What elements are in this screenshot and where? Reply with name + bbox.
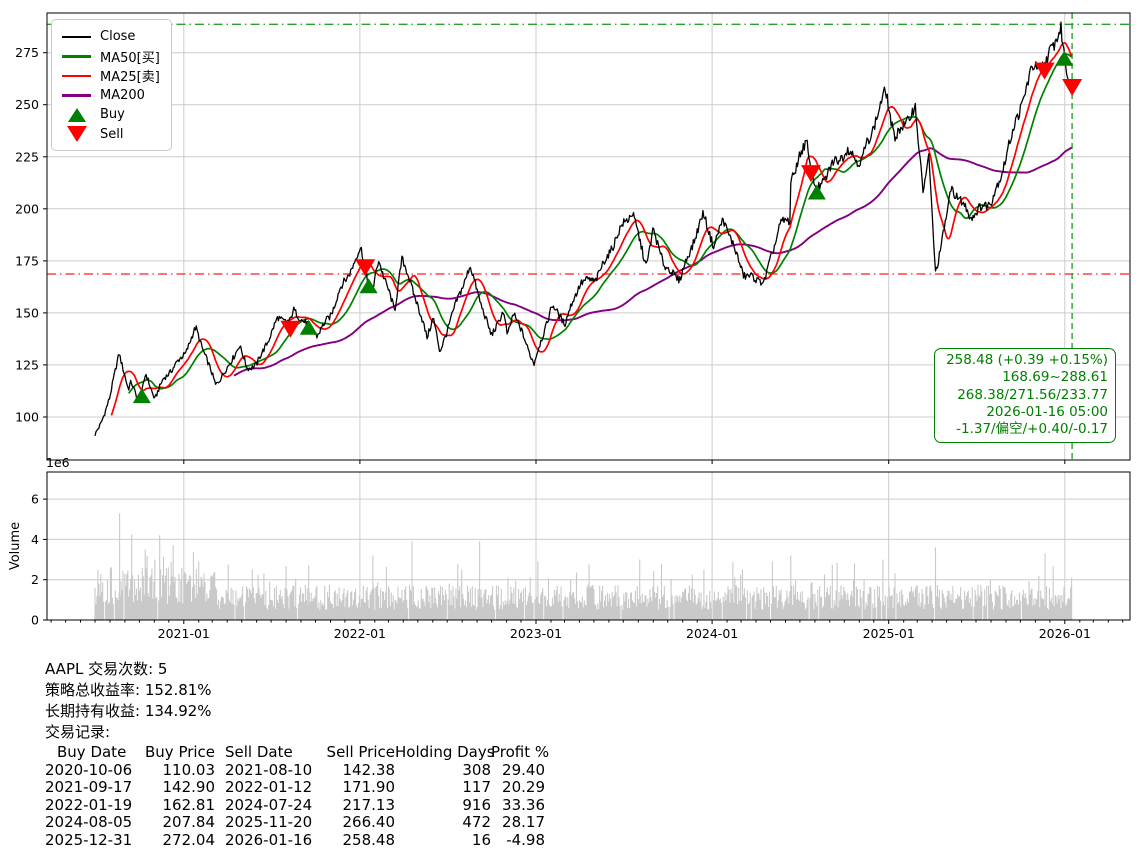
legend-item-buy: Buy <box>62 105 160 125</box>
hold-return-line: 长期持有收益: 134.92% <box>45 702 212 720</box>
axis-tick-label: 225 <box>15 149 39 164</box>
trade-cell: 217.13 <box>342 795 396 814</box>
axis-tick-label: 0 <box>31 613 39 628</box>
trade-cell: 2026-01-16 <box>225 830 313 849</box>
axis-tick-label: 2026-01 <box>1039 626 1091 641</box>
axis-tick-label: 4 <box>31 532 39 547</box>
trade-row: 2021-09-17 142.90 2022-01-12 171.90 117 20.29 <box>45 779 545 797</box>
quote-annotation-box: 258.48 (+0.39 +0.15%) 168.69~288.61 268.… <box>934 348 1116 444</box>
trade-cell: 2020-10-06 <box>45 760 133 779</box>
annotation-bias: -1.37/偏空/+0.40/-0.17 <box>956 421 1108 438</box>
trade-cell: 472 <box>462 813 491 832</box>
volume-bars <box>94 513 1073 620</box>
axis-tick-label: 6 <box>31 492 39 507</box>
volume-offset-label: 1e6 <box>46 455 70 470</box>
trade-row: 2022-01-19 162.81 2024-07-24 217.13 916 33.36 <box>45 795 545 815</box>
trade-records-title: 交易记录: <box>45 723 111 741</box>
stock-strategy-figure: 100 125 150 175 200 225 250 275 0 2 4 6 2021-01 2022-… <box>0 0 1139 852</box>
ma200-line-swatch <box>62 94 91 97</box>
legend-label: Close <box>100 29 136 45</box>
legend-label: MA200 <box>100 87 145 103</box>
axis-tick-label: 125 <box>15 357 39 372</box>
trade-row: 2025-12-31 272.04 2026-01-16 258.48 16 -4.98 <box>45 830 545 850</box>
legend-label: Buy <box>100 107 125 123</box>
axis-tick-label: 2022-01 <box>334 626 386 641</box>
trade-cell: 2025-11-20 <box>225 813 313 832</box>
ma50-line-swatch <box>62 55 91 58</box>
trade-cell: 162.81 <box>162 795 216 814</box>
sell-marker <box>280 320 301 338</box>
trade-cell: 142.38 <box>342 760 396 779</box>
col-buy-date: Buy Date <box>57 743 127 761</box>
trade-cell: 20.29 <box>502 778 545 797</box>
trade-cell: 2025-12-31 <box>45 830 133 849</box>
legend-label: MA25[卖] <box>100 70 160 86</box>
axis-tick-label: 200 <box>15 201 39 216</box>
axis-tick-label: 175 <box>15 253 39 268</box>
axis-tick-label: 2021-01 <box>158 626 210 641</box>
trade-count-line: AAPL 交易次数: 5 <box>45 660 168 678</box>
trade-cell: 2021-08-10 <box>225 760 313 779</box>
strategy-return-line: 策略总收益率: 152.81% <box>45 681 212 699</box>
axis-tick-label: 250 <box>15 97 39 112</box>
axis-tick-label: 150 <box>15 305 39 320</box>
axis-tick-label: 2025-01 <box>863 626 915 641</box>
volume-axis-label: Volume <box>8 522 23 570</box>
trade-cell: 2024-07-24 <box>225 795 313 814</box>
trade-cell: 308 <box>462 760 491 779</box>
trade-cell: -4.98 <box>506 830 545 849</box>
trade-row: 2020-10-06 110.03 2021-08-10 142.38 308 29.40 <box>45 760 545 780</box>
col-holding-days: Holding Days <box>395 743 495 761</box>
close-line-swatch <box>62 35 91 38</box>
ma25-line-swatch <box>62 74 91 77</box>
trade-cell: 171.90 <box>342 778 396 797</box>
trade-cell: 33.36 <box>502 795 545 814</box>
legend-label: MA50[买] <box>100 50 160 66</box>
legend-item-ma200: MA200 <box>62 86 160 106</box>
trade-cell: 117 <box>462 778 491 797</box>
legend-item-ma50: MA50[买] <box>62 47 160 67</box>
legend-item-close: Close <box>62 27 160 47</box>
axis-tick-label: 2 <box>31 572 39 587</box>
axis-tick-label: 2024-01 <box>686 626 738 641</box>
trade-cell: 266.40 <box>342 813 396 832</box>
trade-table: Buy Date Buy Price Sell Date Sell Price … <box>45 743 550 850</box>
trade-row: 2024-08-05 207.84 2025-11-20 266.40 472 28.17 <box>45 814 545 832</box>
trade-cell: 110.03 <box>162 760 216 779</box>
col-profit: Profit % <box>491 743 550 761</box>
trade-cell: 142.90 <box>162 778 216 797</box>
trade-cell: 29.40 <box>502 760 545 779</box>
trade-cell: 258.48 <box>342 830 396 849</box>
legend-item-sell: Sell <box>62 125 160 145</box>
trade-cell: 916 <box>462 795 491 814</box>
trade-cell: 2022-01-19 <box>45 795 133 814</box>
col-sell-price: Sell Price <box>326 743 395 761</box>
annotation-datetime: 2026-01-16 05:00 <box>986 403 1108 420</box>
trade-cell: 272.04 <box>162 830 216 849</box>
summary-text: AAPL 交易次数: 5 策略总收益率: 152.81% 长期持有收益: 134… <box>45 659 550 850</box>
axis-tick-label: 2023-01 <box>510 626 562 641</box>
trade-table-header: Buy Date Buy Price Sell Date Sell Price … <box>45 743 550 762</box>
legend-label: Sell <box>100 126 124 142</box>
col-buy-price: Buy Price <box>145 743 216 761</box>
axis-ticks <box>43 52 1124 624</box>
trade-cell: 2022-01-12 <box>225 778 313 797</box>
trade-cell: 28.17 <box>502 813 545 832</box>
trade-cell: 16 <box>471 830 491 849</box>
axis-tick-label: 275 <box>15 45 39 60</box>
annotation-ma-values: 268.38/271.56/233.77 <box>957 386 1108 403</box>
annotation-range: 168.69~288.61 <box>1002 369 1108 386</box>
legend-item-ma25: MA25[卖] <box>62 66 160 86</box>
legend: Close MA50[买] MA25[卖] MA200 Buy Sell <box>51 19 172 151</box>
annotation-last-price: 258.48 (+0.39 +0.15%) <box>946 352 1108 368</box>
col-sell-date: Sell Date <box>225 743 293 761</box>
trade-cell: 2024-08-05 <box>45 813 133 832</box>
sell-marker <box>1034 62 1055 80</box>
axis-tick-label: 100 <box>15 410 39 425</box>
trade-cell: 207.84 <box>162 813 216 832</box>
trade-cell: 2021-09-17 <box>45 778 133 797</box>
buy-marker <box>299 319 318 335</box>
buy-triangle-icon <box>62 107 91 122</box>
sell-triangle-icon <box>62 126 91 143</box>
